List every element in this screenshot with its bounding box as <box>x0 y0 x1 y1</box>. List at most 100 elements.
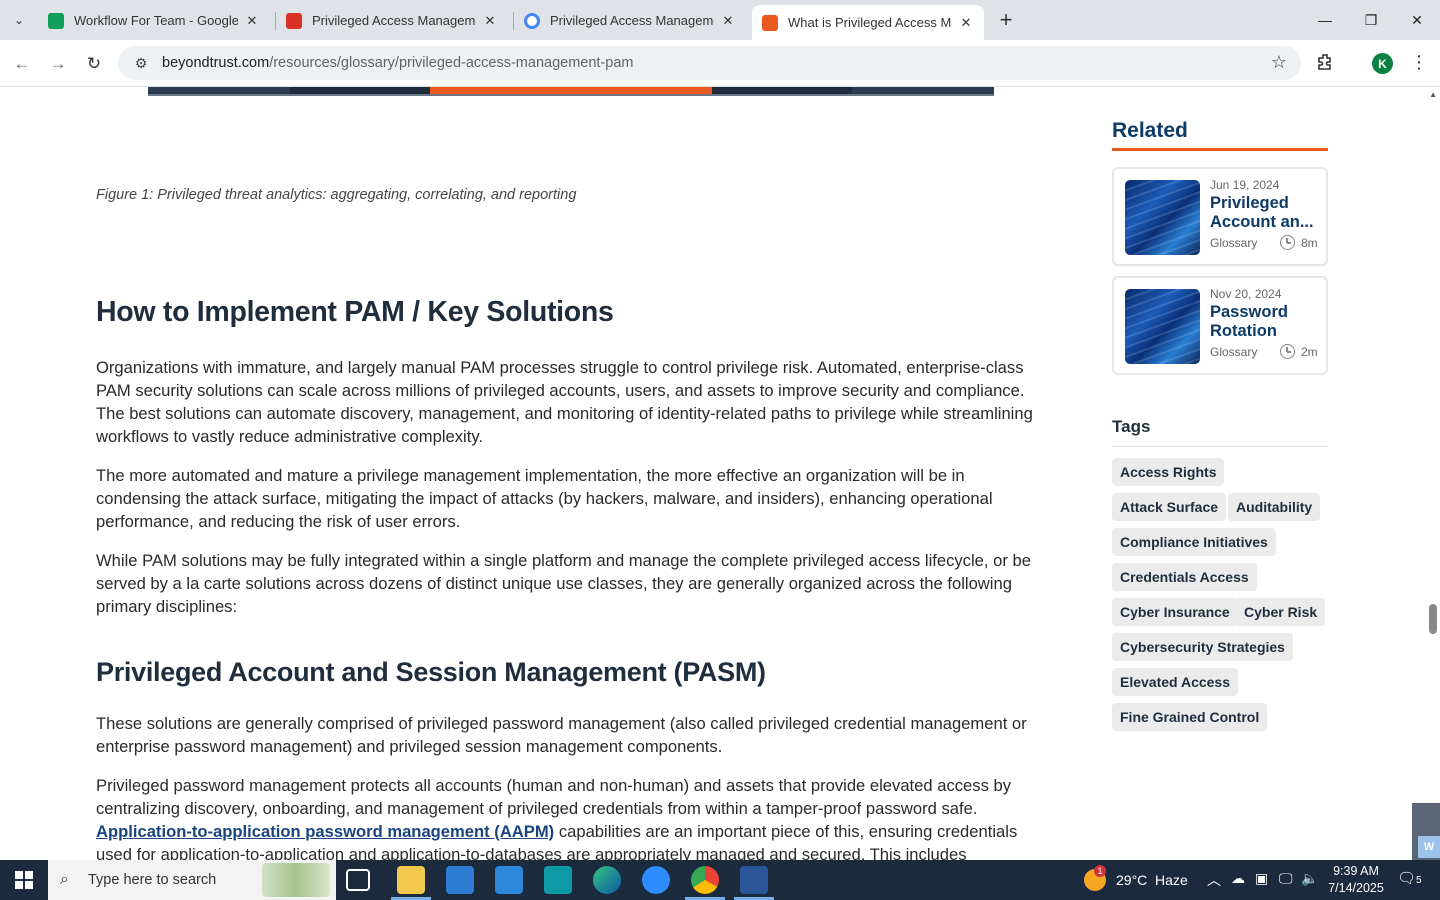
related-thumbnail <box>1125 180 1200 255</box>
tag-credentials-access[interactable]: Credentials Access <box>1112 563 1257 591</box>
mail-icon[interactable] <box>495 866 523 894</box>
url-text: beyondtrust.com/resources/glossary/privi… <box>162 55 634 71</box>
close-window-button[interactable]: ✕ <box>1394 0 1440 40</box>
clock-time: 9:39 AM <box>1333 864 1379 878</box>
related-date: Nov 20, 2024 <box>1210 287 1282 301</box>
chrome-icon[interactable] <box>691 866 719 894</box>
volume-icon[interactable]: 🔈 <box>1301 870 1318 887</box>
tab-pam-2[interactable]: Privileged Access Management ✕ <box>514 5 746 36</box>
figure-image <box>148 87 994 96</box>
section-heading: Privileged Account and Session Managemen… <box>96 657 766 687</box>
close-tab-icon[interactable]: ✕ <box>720 13 736 29</box>
taskbar-clock[interactable]: 9:39 AM 7/14/2025 <box>1318 863 1394 897</box>
related-underline <box>1112 148 1328 151</box>
meet-now-icon[interactable]: ▣ <box>1255 870 1268 887</box>
weather-icon: 1 <box>1084 865 1106 891</box>
tag-access-rights[interactable]: Access Rights <box>1112 458 1225 486</box>
extensions-icon[interactable] <box>1316 52 1340 76</box>
related-type: Glossary <box>1210 345 1258 359</box>
search-icon: ⌕ <box>60 871 69 888</box>
tag-compliance-initiatives[interactable]: Compliance Initiatives <box>1112 528 1276 556</box>
address-bar[interactable]: ⚙ beyondtrust.com/resources/glossary/pri… <box>118 46 1301 80</box>
cloud-icon[interactable]: ☁ <box>1231 870 1245 887</box>
site-icon <box>286 12 302 29</box>
windows-logo-icon <box>15 871 33 889</box>
paragraph: These solutions are generally comprised … <box>96 714 1027 756</box>
scrollbar[interactable]: ▲ <box>1426 87 1440 860</box>
figure-caption: Figure 1: Privileged threat analytics: a… <box>96 187 577 203</box>
tab-title: Workflow For Team - Google Sh <box>74 13 238 28</box>
related-title[interactable]: Privileged Account an... <box>1210 194 1322 232</box>
browser-toolbar: ← → ↻ ⚙ beyondtrust.com/resources/glossa… <box>0 40 1440 87</box>
tag-cyber-insurance[interactable]: Cyber Insurance <box>1112 598 1238 626</box>
beyondtrust-icon <box>762 14 778 31</box>
new-tab-button[interactable]: + <box>994 7 1018 32</box>
paragraph: Organizations with immature, and largely… <box>96 358 1033 446</box>
bookmark-star-icon[interactable]: ☆ <box>1271 52 1287 73</box>
tag-attack-surface[interactable]: Attack Surface <box>1112 493 1227 521</box>
tray-chevron-icon[interactable]: ︿ <box>1207 870 1221 890</box>
tag-fine-grained-control[interactable]: Fine Grained Control <box>1112 703 1268 731</box>
tab-what-is-pam[interactable]: What is Privileged Access Mana ✕ <box>752 5 984 40</box>
tag-elevated-access[interactable]: Elevated Access <box>1112 668 1238 696</box>
taskbar-search[interactable]: ⌕ Type here to search <box>48 860 336 900</box>
reload-button[interactable]: ↻ <box>80 50 108 78</box>
tags-heading: Tags <box>1112 417 1151 436</box>
weather-badge: 1 <box>1094 865 1106 877</box>
taskbar: ⌕ Type here to search 1 29°C Haze ︿ ☁ ▣ … <box>0 860 1440 900</box>
search-placeholder: Type here to search <box>88 872 217 888</box>
profile-avatar[interactable]: K <box>1372 53 1393 74</box>
tab-title: Privileged Access Management <box>312 13 476 28</box>
store-icon[interactable] <box>446 866 474 894</box>
related-type: Glossary <box>1210 236 1258 250</box>
sheets-icon <box>48 12 64 29</box>
related-duration: 8m <box>1301 236 1318 250</box>
tab-title: Privileged Access Management <box>550 13 714 28</box>
minimize-button[interactable]: — <box>1302 0 1348 40</box>
zoom-icon[interactable] <box>642 866 670 894</box>
maximize-button[interactable]: ❐ <box>1348 0 1394 40</box>
google-icon <box>524 12 540 29</box>
related-title[interactable]: Password Rotation <box>1210 303 1322 341</box>
tab-search-button[interactable]: ⌄ <box>6 8 32 32</box>
clock-date: 7/14/2025 <box>1328 881 1384 895</box>
paragraph: The more automated and mature a privileg… <box>96 466 993 531</box>
web-page: Figure 1: Privileged threat analytics: a… <box>0 87 1440 860</box>
scroll-up-arrow-icon[interactable]: ▲ <box>1429 90 1437 99</box>
clock-icon <box>1280 235 1295 250</box>
back-button[interactable]: ← <box>8 50 36 78</box>
tab-strip: ⌄ Workflow For Team - Google Sh ✕ Privil… <box>0 0 1440 40</box>
tag-cybersecurity-strategies[interactable]: Cybersecurity Strategies <box>1112 633 1293 661</box>
task-view-icon[interactable] <box>346 869 370 891</box>
clock-icon <box>1280 344 1295 359</box>
tab-workflow[interactable]: Workflow For Team - Google Sh ✕ <box>38 5 270 36</box>
menu-icon[interactable]: ⋮ <box>1410 52 1428 73</box>
start-button[interactable] <box>0 860 48 900</box>
scrollbar-thumb[interactable] <box>1429 604 1437 634</box>
tag-auditability[interactable]: Auditability <box>1228 493 1321 521</box>
close-tab-icon[interactable]: ✕ <box>958 15 974 31</box>
notification-count: 5 <box>1416 875 1422 886</box>
file-explorer-icon[interactable] <box>397 866 425 894</box>
notification-icon[interactable]: 🗨5 <box>1397 869 1422 887</box>
app-icon[interactable] <box>544 866 572 894</box>
tab-pam-1[interactable]: Privileged Access Management ✕ <box>276 5 508 36</box>
chat-widget[interactable]: W <box>1412 803 1440 860</box>
tag-cyber-risk[interactable]: Cyber Risk <box>1236 598 1326 626</box>
close-tab-icon[interactable]: ✕ <box>244 13 260 29</box>
paragraph: While PAM solutions may be fully integra… <box>96 551 1031 616</box>
edge-icon[interactable] <box>593 866 621 894</box>
network-icon[interactable]: 🖵 <box>1279 870 1293 887</box>
related-card[interactable]: Jun 19, 2024 Privileged Account an... Gl… <box>1112 167 1328 266</box>
close-tab-icon[interactable]: ✕ <box>482 13 498 29</box>
forward-button[interactable]: → <box>44 50 72 78</box>
weather-widget[interactable]: 1 29°C Haze <box>1084 865 1188 891</box>
site-info-icon[interactable]: ⚙ <box>126 55 156 72</box>
related-date: Jun 19, 2024 <box>1210 178 1280 192</box>
section-heading: How to Implement PAM / Key Solutions <box>96 296 614 328</box>
related-card[interactable]: Nov 20, 2024 Password Rotation Glossary … <box>1112 276 1328 375</box>
word-icon[interactable] <box>740 866 768 894</box>
aapm-link[interactable]: Application-to-application password mana… <box>96 822 554 841</box>
paragraph: Privileged password management protects … <box>96 776 1018 860</box>
chat-widget-icon[interactable]: W <box>1418 836 1440 858</box>
